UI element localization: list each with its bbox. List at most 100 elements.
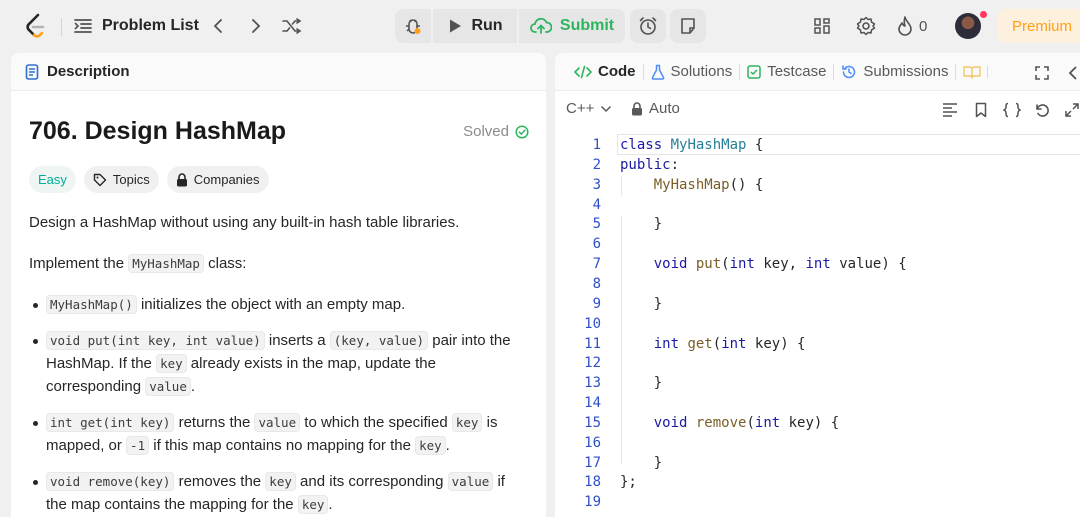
- maximize-button[interactable]: [1032, 63, 1052, 83]
- bookmark-button[interactable]: [971, 100, 991, 120]
- divider: [61, 18, 62, 36]
- timer-button[interactable]: [630, 9, 666, 43]
- description-paragraph-2: Implement the MyHashMap class:: [29, 252, 246, 275]
- code-line[interactable]: 16: [555, 433, 1080, 453]
- description-tab-bar: Description: [11, 53, 546, 91]
- companies-tag[interactable]: Companies: [166, 166, 269, 193]
- inline-code: key: [415, 436, 446, 455]
- collapse-panel-button[interactable]: [1063, 63, 1080, 83]
- flame-icon: [898, 16, 912, 36]
- language-select[interactable]: C++: [566, 100, 612, 117]
- bug-icon: [406, 19, 421, 34]
- inline-code: void put(int key, int value): [46, 331, 265, 350]
- code-line[interactable]: 8: [555, 274, 1080, 294]
- line-number: 19: [584, 494, 601, 511]
- code-line[interactable]: 7 void put(int key, int value) {: [555, 254, 1080, 274]
- tab-code-label: Code: [598, 63, 636, 80]
- text-span: and its corresponding: [295, 473, 448, 490]
- list-icon: [74, 19, 92, 33]
- tab-code[interactable]: Code: [567, 53, 643, 91]
- list-item: void remove(key) removes the key and its…: [29, 470, 529, 516]
- code-line[interactable]: 3 MyHashMap() {: [555, 175, 1080, 195]
- code-line[interactable]: 1 class MyHashMap {: [555, 135, 1080, 155]
- line-number: 10: [584, 315, 601, 332]
- layout-button[interactable]: [808, 12, 836, 40]
- code-editor[interactable]: 1 class MyHashMap {2 public: 3 MyHashMap() …: [555, 127, 1080, 517]
- problem-list-button[interactable]: Problem List: [74, 12, 199, 40]
- random-problem-button[interactable]: [278, 12, 306, 40]
- notification-dot: [980, 11, 987, 18]
- streak-counter[interactable]: 0: [897, 12, 927, 40]
- text-span: .: [190, 378, 196, 395]
- tab-submissions[interactable]: Submissions: [834, 53, 955, 91]
- code-line[interactable]: 14: [555, 393, 1080, 413]
- braces-icon: [1003, 102, 1021, 118]
- top-bar: Problem List Run Submit 0 Premium: [0, 0, 1080, 52]
- topics-tag[interactable]: Topics: [83, 166, 159, 193]
- next-problem-button[interactable]: [242, 12, 270, 40]
- line-number: 17: [584, 454, 601, 471]
- autosave-indicator[interactable]: Auto: [631, 100, 680, 117]
- settings-button[interactable]: [852, 12, 880, 40]
- run-button[interactable]: Run: [433, 9, 517, 43]
- leetcode-logo-icon[interactable]: [22, 12, 48, 40]
- notes-button[interactable]: [670, 9, 706, 43]
- document-icon: [25, 63, 39, 80]
- code-line[interactable]: 11 int get(int key) {: [555, 334, 1080, 354]
- line-number: 4: [592, 196, 601, 213]
- code-line[interactable]: 18};: [555, 472, 1080, 492]
- code-line[interactable]: 10: [555, 314, 1080, 334]
- code-text: };: [620, 474, 637, 491]
- tab-testcase-label: Testcase: [767, 63, 827, 80]
- line-number: 15: [584, 414, 601, 431]
- undo-icon: [1036, 104, 1049, 117]
- tab-description[interactable]: Description: [47, 63, 130, 80]
- method-list: MyHashMap() initializes the object with …: [29, 293, 529, 517]
- tab-editorial-collapsed[interactable]: [956, 53, 993, 91]
- code-line[interactable]: 2 public:: [555, 155, 1080, 175]
- code-line[interactable]: 19: [555, 492, 1080, 512]
- code-line[interactable]: 15 void remove(int key) {: [555, 413, 1080, 433]
- braces-button[interactable]: [1002, 100, 1022, 120]
- inline-code: int get(int key): [46, 413, 175, 432]
- line-number: 12: [584, 355, 601, 372]
- companies-label: Companies: [193, 172, 260, 187]
- text-span: returns the: [174, 414, 255, 431]
- solved-label: Solved: [463, 123, 509, 140]
- line-number: 16: [584, 434, 601, 451]
- line-number: 2: [592, 156, 601, 173]
- inline-code: key: [297, 495, 329, 514]
- format-button[interactable]: [940, 100, 960, 120]
- tab-testcase[interactable]: Testcase: [740, 53, 833, 91]
- tab-solutions[interactable]: Solutions: [644, 53, 740, 91]
- text-span: class:: [203, 255, 247, 272]
- debug-button[interactable]: [395, 9, 431, 43]
- code-line[interactable]: 6: [555, 234, 1080, 254]
- submit-label: Submit: [559, 17, 615, 34]
- submit-button[interactable]: Submit: [519, 9, 625, 43]
- text-span: removes the: [174, 473, 266, 490]
- inline-code: MyHashMap(): [46, 295, 137, 314]
- reset-code-button[interactable]: [1032, 100, 1052, 120]
- text-span: inserts a: [264, 332, 330, 349]
- fullscreen-button[interactable]: [1062, 100, 1080, 120]
- code-line[interactable]: 9 }: [555, 294, 1080, 314]
- code-line[interactable]: 5 }: [555, 214, 1080, 234]
- code-line[interactable]: 12: [555, 353, 1080, 373]
- list-item: void put(int key, int value) inserts a (…: [29, 329, 529, 398]
- inline-code: (key, value): [329, 331, 429, 350]
- line-number: 18: [584, 474, 601, 491]
- prev-problem-button[interactable]: [204, 12, 232, 40]
- code-line[interactable]: 4: [555, 195, 1080, 215]
- tag-icon: [93, 173, 107, 186]
- topics-label: Topics: [112, 172, 150, 187]
- line-number: 8: [592, 275, 601, 292]
- code-line[interactable]: 17 }: [555, 453, 1080, 473]
- code-line[interactable]: 13 }: [555, 373, 1080, 393]
- avatar[interactable]: [955, 11, 987, 39]
- premium-button[interactable]: Premium: [998, 9, 1080, 43]
- inline-code: value: [145, 377, 191, 396]
- history-icon: [842, 64, 856, 78]
- layout-grid-icon: [814, 18, 830, 34]
- difficulty-label: Easy: [38, 172, 67, 187]
